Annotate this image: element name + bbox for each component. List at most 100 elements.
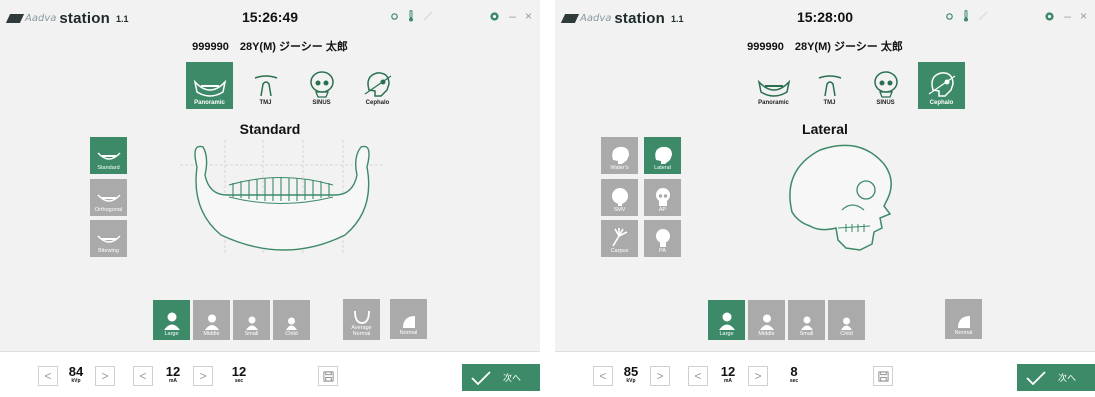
mode-selector: Panoramic TMJ SINUS Cephalo	[750, 62, 965, 109]
sec-value: 12 sec	[225, 365, 253, 384]
mode-label: Cephalo	[929, 100, 954, 106]
skull-side-icon	[928, 72, 955, 97]
mode-sinus[interactable]: SINUS	[862, 62, 909, 109]
mode-cephalo[interactable]: Cephalo	[918, 62, 965, 109]
checkmark-icon	[1026, 370, 1046, 385]
thermometer-icon	[964, 10, 968, 22]
kv-unit: kVp	[626, 378, 636, 384]
size-middle[interactable]: Middle	[193, 300, 230, 340]
settings-gear-icon[interactable]	[1044, 11, 1055, 22]
program-label: Lateral	[654, 165, 671, 171]
sec-unit: sec	[234, 378, 244, 384]
size-child[interactable]: Child	[273, 300, 310, 340]
skull-side-icon	[654, 146, 672, 164]
program-carpus[interactable]: Carpus	[601, 220, 638, 257]
lateral-skull-illustration	[789, 144, 892, 251]
next-button[interactable]: 次へ	[1017, 364, 1095, 391]
ma-decrease-button[interactable]: <	[688, 366, 708, 386]
orthogonal-jaw-icon	[96, 194, 121, 202]
size-label: Middle	[203, 331, 220, 337]
sec-number: 12	[231, 364, 247, 379]
kv-decrease-button[interactable]: <	[593, 366, 613, 386]
save-button[interactable]	[318, 366, 338, 386]
size-small[interactable]: Small	[788, 300, 825, 340]
size-small[interactable]: Small	[233, 300, 270, 340]
minimize-icon[interactable]: –	[1064, 9, 1071, 23]
mode-panoramic[interactable]: Panoramic	[750, 62, 797, 109]
arch-average-normal[interactable]: Average Normal	[343, 299, 380, 340]
arch-u-icon	[353, 310, 370, 324]
program-standard[interactable]: Standard	[90, 137, 127, 174]
mode-panoramic[interactable]: Panoramic	[186, 62, 233, 109]
mode-sinus[interactable]: SINUS	[298, 62, 345, 109]
pen-icon	[978, 11, 988, 21]
close-icon[interactable]: ×	[1080, 9, 1087, 23]
mode-tmj[interactable]: TMJ	[242, 62, 289, 109]
ma-number: 12	[165, 364, 181, 379]
kv-increase-button[interactable]: >	[650, 366, 670, 386]
next-button[interactable]: 次へ	[462, 364, 540, 391]
size-large[interactable]: Large	[708, 300, 745, 340]
ma-value: 12 mA	[714, 365, 742, 384]
program-smv[interactable]: SMV	[601, 179, 638, 216]
standard-jaw-icon	[96, 152, 121, 160]
program-bitewing[interactable]: Bitewing	[90, 220, 127, 257]
person-large-icon	[163, 312, 180, 330]
arch-quarter-icon	[957, 316, 970, 328]
floppy-disk-icon	[322, 370, 334, 382]
close-icon[interactable]: ×	[525, 9, 532, 23]
program-label: Water's	[610, 165, 629, 171]
checkmark-icon	[471, 370, 491, 385]
clock: 15:26:49	[241, 9, 299, 25]
mode-label: TMJ	[259, 100, 272, 106]
arch-normal[interactable]: Normal	[390, 299, 427, 339]
program-pa[interactable]: PA	[644, 220, 681, 257]
sun-icon	[391, 12, 398, 20]
arch-normal[interactable]: Normal	[945, 299, 982, 339]
program-label: AP	[658, 207, 667, 213]
mode-tmj[interactable]: TMJ	[806, 62, 853, 109]
ma-increase-button[interactable]: >	[748, 366, 768, 386]
size-label: Middle	[758, 331, 775, 337]
mode-selector: Panoramic TMJ SINUS Cephalo	[186, 62, 401, 109]
program-label: Carpus	[610, 248, 629, 254]
size-middle[interactable]: Middle	[748, 300, 785, 340]
person-child-icon	[286, 317, 297, 330]
program-waters[interactable]: Water's	[601, 137, 638, 174]
mode-cephalo[interactable]: Cephalo	[354, 62, 401, 109]
chevron-right-icon: >	[754, 369, 762, 383]
program-orthogonal[interactable]: Orthogonal	[90, 179, 127, 216]
clock: 15:28:00	[796, 9, 854, 25]
sec-unit: sec	[789, 378, 799, 384]
chevron-left-icon: <	[44, 369, 52, 383]
person-large-icon	[718, 312, 735, 330]
person-child-icon	[841, 317, 852, 330]
sec-number: 8	[790, 364, 798, 379]
ma-decrease-button[interactable]: <	[133, 366, 153, 386]
size-label: Large	[164, 331, 179, 337]
skull-front-icon	[873, 71, 898, 98]
save-button[interactable]	[873, 366, 893, 386]
tmj-joint-icon	[254, 75, 277, 97]
arch-label: Normal	[954, 330, 973, 336]
size-child[interactable]: Child	[828, 300, 865, 340]
program-label: SMV	[613, 207, 626, 213]
kv-value: 85 kVp	[617, 365, 645, 384]
ma-increase-button[interactable]: >	[193, 366, 213, 386]
mode-label: TMJ	[823, 100, 836, 106]
next-label: 次へ	[1058, 373, 1077, 383]
kv-decrease-button[interactable]: <	[38, 366, 58, 386]
mode-label: SINUS	[312, 100, 331, 106]
size-large[interactable]: Large	[153, 300, 190, 340]
chevron-left-icon: <	[694, 369, 702, 383]
settings-gear-icon[interactable]	[489, 11, 500, 22]
minimize-icon[interactable]: –	[509, 9, 516, 23]
program-ap[interactable]: AP	[644, 179, 681, 216]
arch-label: Normal	[399, 330, 418, 336]
sec-value: 8 sec	[780, 365, 808, 384]
person-middle-icon	[204, 314, 219, 330]
kv-value: 84 kVp	[62, 365, 90, 384]
kv-increase-button[interactable]: >	[95, 366, 115, 386]
program-lateral[interactable]: Lateral	[644, 137, 681, 174]
ma-unit: mA	[723, 378, 733, 384]
